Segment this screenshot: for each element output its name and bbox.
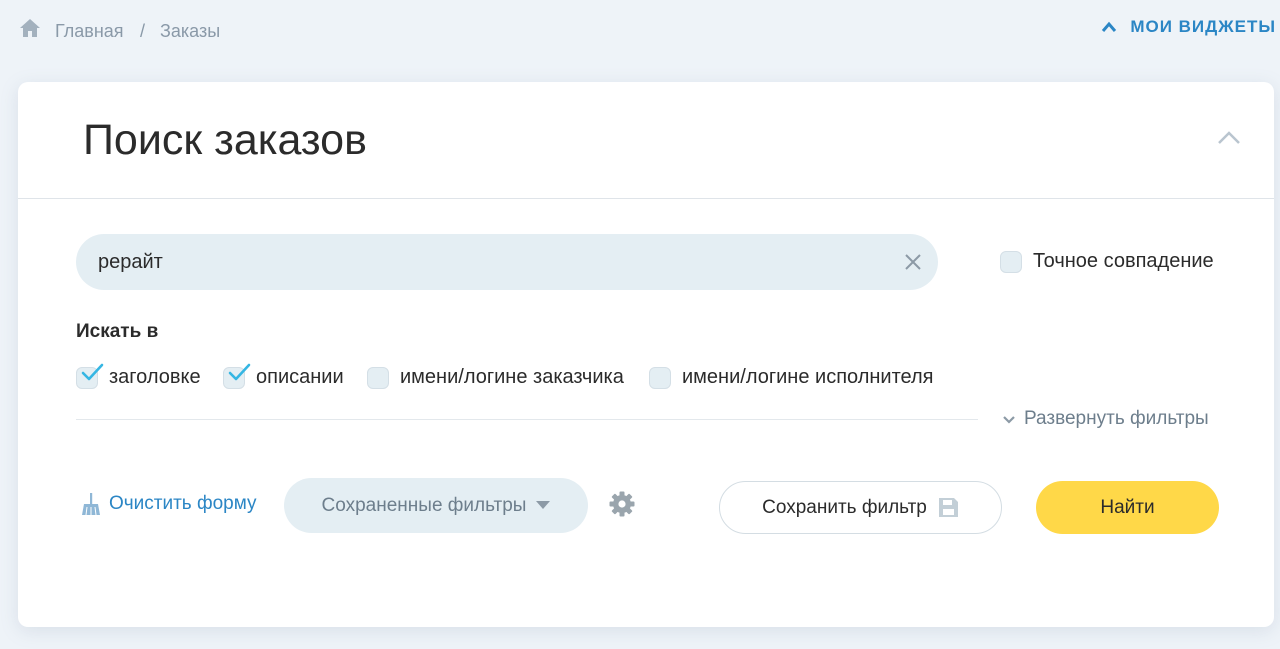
- exact-match-label: Точное совпадение: [1033, 250, 1214, 272]
- search-in-executor-checkbox[interactable]: имени/логине исполнителя: [649, 366, 934, 389]
- checkmark-icon: [81, 363, 104, 380]
- caret-down-icon: [536, 501, 551, 509]
- breadcrumb-separator: /: [140, 21, 146, 41]
- search-input[interactable]: [98, 234, 888, 290]
- checkbox-label: описании: [256, 366, 344, 388]
- clear-form-label: Очистить форму: [109, 493, 257, 514]
- checkbox-box[interactable]: [223, 363, 251, 389]
- search-in-title-checkbox[interactable]: заголовке: [76, 363, 201, 389]
- breadcrumb-home[interactable]: Главная: [55, 21, 124, 42]
- close-icon[interactable]: [904, 253, 922, 271]
- checkbox-label: имени/логине исполнителя: [682, 366, 934, 388]
- search-field: [76, 234, 938, 290]
- page-title: Поиск заказов: [83, 116, 367, 164]
- home-icon[interactable]: [19, 18, 41, 38]
- my-widgets-label: МОИ ВИДЖЕТЫ: [1130, 17, 1276, 36]
- breadcrumb-current: Заказы: [160, 21, 221, 41]
- broom-icon: [82, 493, 100, 516]
- expand-filters-link[interactable]: Развернуть фильтры: [1003, 408, 1209, 430]
- checkmark-icon: [228, 363, 251, 380]
- search-in-description-checkbox[interactable]: описании: [223, 363, 344, 389]
- checkbox-label: заголовке: [109, 366, 201, 388]
- search-in-label: Искать в: [76, 321, 159, 342]
- chevron-up-icon[interactable]: [1217, 130, 1241, 146]
- checkbox-box[interactable]: [1000, 250, 1022, 273]
- save-filter-label: Сохранить фильтр: [762, 496, 927, 518]
- card-divider: [18, 198, 1274, 199]
- saved-filters-label: Сохраненные фильтры: [321, 494, 527, 516]
- clear-form-link[interactable]: Очистить форму: [81, 492, 257, 516]
- expand-filters-label: Развернуть фильтры: [1024, 408, 1209, 429]
- checkbox-box[interactable]: [649, 366, 671, 389]
- checkbox-box[interactable]: [76, 363, 104, 389]
- chevron-up-icon: [1102, 21, 1117, 32]
- find-button[interactable]: Найти: [1036, 481, 1219, 534]
- exact-match-checkbox[interactable]: Точное совпадение: [1000, 250, 1214, 273]
- floppy-disk-icon: [938, 498, 958, 517]
- my-widgets-toggle[interactable]: МОИ ВИДЖЕТЫ: [1101, 17, 1276, 37]
- checkbox-label: имени/логине заказчика: [400, 366, 624, 388]
- top-bar: Главная / Заказы МОИ ВИДЖЕТЫ: [0, 0, 1280, 62]
- saved-filters-dropdown[interactable]: Сохраненные фильтры: [284, 478, 588, 533]
- filters-divider: [76, 419, 978, 420]
- chevron-down-icon: [1003, 415, 1015, 424]
- search-in-customer-checkbox[interactable]: имени/логине заказчика: [367, 366, 624, 389]
- gear-icon[interactable]: [608, 490, 636, 518]
- checkbox-box[interactable]: [367, 366, 389, 389]
- search-card: Поиск заказов Точное совпадение Искать в…: [18, 82, 1274, 627]
- save-filter-button[interactable]: Сохранить фильтр: [719, 481, 1002, 534]
